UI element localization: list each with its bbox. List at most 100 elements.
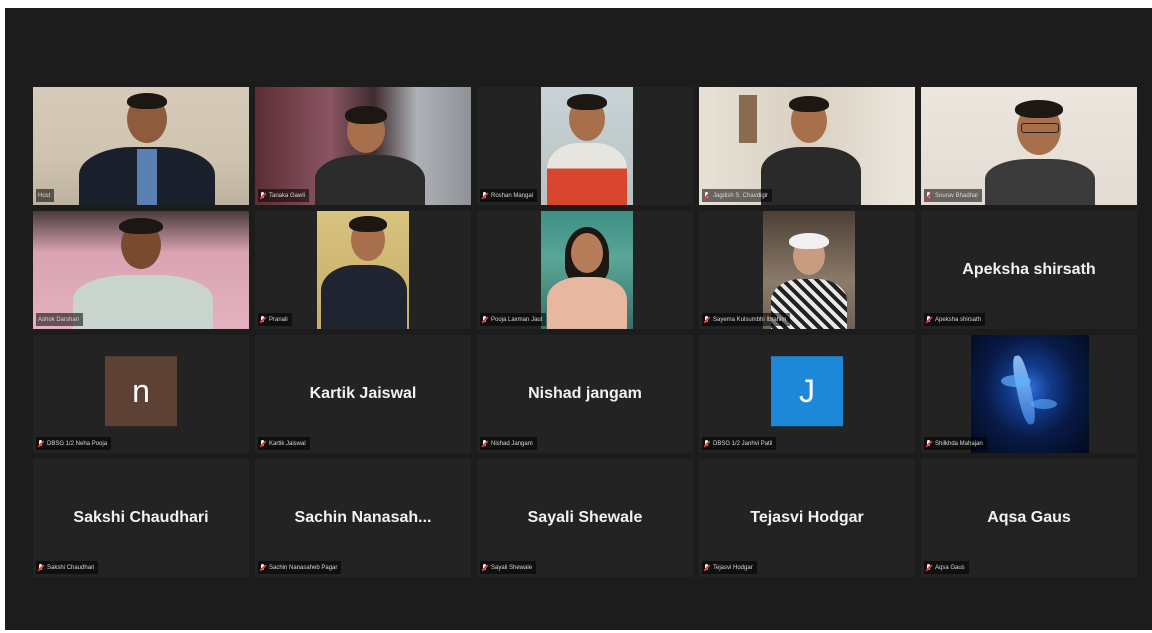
gallery-grid: Host Tanaka Gawli Roshan Mangal Jagdish … [33, 87, 1137, 577]
mic-muted-icon [38, 563, 44, 572]
mic-muted-icon [926, 315, 932, 324]
avatar: n [105, 356, 177, 427]
participant-tile[interactable]: Sayema Kulsumbhi Ibrahim [699, 211, 915, 329]
participant-name: Sachin Nanasaheb Pagar [269, 564, 338, 571]
video-feed [763, 211, 855, 329]
participant-name: Apeksha shirsath [935, 316, 982, 323]
video-feed [541, 211, 633, 329]
participant-name: Sayali Shewale [491, 564, 533, 571]
participant-tile[interactable]: Jagdish S. Chavdigir [699, 87, 915, 205]
participant-tile-active[interactable]: Host [33, 87, 249, 205]
name-tag: Sayema Kulsumbhi Ibrahim [702, 313, 791, 326]
name-tag: Shilkhda Mahajan [924, 437, 987, 450]
participant-display-name: Aqsa Gaus [987, 509, 1071, 526]
name-tag: Sachin Nanasaheb Pagar [258, 561, 342, 574]
participant-name: Tanaka Gawli [269, 192, 306, 199]
participant-name: Tejasvi Hodgar [713, 564, 753, 571]
participant-tile[interactable]: Tanaka Gawli [255, 87, 471, 205]
participant-name: DBSG 1/2 Janhvi Patil [713, 440, 773, 447]
name-tag: Ashok Darshan [36, 313, 84, 326]
participant-name: Pranali [269, 316, 288, 323]
avatar: J [771, 356, 843, 427]
name-tag: Pranali [258, 313, 292, 326]
avatar-initial: J [799, 372, 815, 409]
mic-muted-icon [482, 315, 488, 324]
mic-muted-icon [704, 191, 710, 200]
video-feed [921, 87, 1137, 205]
name-tag: Pooja Laxman Jaut [480, 313, 547, 326]
meeting-window: Host Tanaka Gawli Roshan Mangal Jagdish … [5, 8, 1152, 630]
mic-muted-icon [260, 315, 266, 324]
mic-muted-icon [482, 191, 488, 200]
mic-muted-icon [704, 315, 710, 324]
participant-tile[interactable]: Shilkhda Mahajan [921, 335, 1137, 453]
mic-muted-icon [926, 439, 932, 448]
name-tag: Sakshi Chaudhari [36, 561, 99, 574]
participant-name: DBSG 1/2 Neha Pooja [47, 440, 108, 447]
name-tag: Aqsa Gaus [924, 561, 969, 574]
participant-name: Roshan Mangal [491, 192, 534, 199]
participant-display-name: Sakshi Chaudhari [73, 509, 209, 526]
video-feed [541, 87, 633, 205]
avatar-initial: n [132, 372, 150, 409]
participant-display-name: Sachin Nanasah... [294, 509, 432, 526]
participant-tile[interactable]: Tejasvi Hodgar Tejasvi Hodgar [699, 459, 915, 577]
participant-name: Kartik Jaiswal [269, 440, 306, 447]
participant-name: Aqsa Gaus [935, 564, 965, 571]
participant-display-name: Apeksha shirsath [962, 261, 1096, 278]
mic-muted-icon [482, 439, 488, 448]
participant-name: Pooja Laxman Jaut [491, 316, 543, 323]
participant-name: Sakshi Chaudhari [47, 564, 95, 571]
mic-muted-icon [260, 191, 266, 200]
participant-name: Jagdish S. Chavdigir [713, 192, 769, 199]
mic-muted-icon [704, 563, 710, 572]
participant-name: Ashok Darshan [38, 316, 80, 323]
participant-tile[interactable]: Pooja Laxman Jaut [477, 211, 693, 329]
participant-tile[interactable]: Sayali Shewale Sayali Shewale [477, 459, 693, 577]
video-feed [255, 87, 471, 205]
participant-tile[interactable]: Sakshi Chaudhari Sakshi Chaudhari [33, 459, 249, 577]
name-tag: Tanaka Gawli [258, 189, 310, 202]
participant-name: Sayema Kulsumbhi Ibrahim [713, 316, 787, 323]
participant-tile[interactable]: Kartik Jaiswal Kartik Jaiswal [255, 335, 471, 453]
mic-muted-icon [482, 563, 488, 572]
name-tag: DBSG 1/2 Neha Pooja [36, 437, 112, 450]
video-feed [33, 87, 249, 205]
participant-name: Host [38, 192, 51, 199]
mic-muted-icon [260, 439, 266, 448]
name-tag: Roshan Mangal [480, 189, 538, 202]
participant-tile[interactable]: Nishad jangam Nishad Jangam [477, 335, 693, 453]
participant-tile[interactable]: Sourav Bhadhal [921, 87, 1137, 205]
participant-tile[interactable]: J DBSG 1/2 Janhvi Patil [699, 335, 915, 453]
participant-name: Nishad Jangam [491, 440, 533, 447]
participant-display-name: Kartik Jaiswal [309, 385, 417, 402]
mic-muted-icon [704, 439, 710, 448]
name-tag: Jagdish S. Chavdigir [702, 189, 773, 202]
mic-muted-icon [926, 191, 932, 200]
name-tag: Sayali Shewale [480, 561, 537, 574]
mic-muted-icon [260, 563, 266, 572]
name-tag: DBSG 1/2 Janhvi Patil [702, 437, 777, 450]
name-tag: Kartik Jaiswal [258, 437, 310, 450]
participant-tile[interactable]: Apeksha shirsath Apeksha shirsath [921, 211, 1137, 329]
participant-display-name: Tejasvi Hodgar [750, 509, 864, 526]
participant-tile[interactable]: n DBSG 1/2 Neha Pooja [33, 335, 249, 453]
participant-name: Shilkhda Mahajan [935, 440, 983, 447]
video-feed [317, 211, 409, 329]
mic-muted-icon [38, 439, 44, 448]
participant-tile[interactable]: Ashok Darshan [33, 211, 249, 329]
name-tag: Apeksha shirsath [924, 313, 986, 326]
name-tag: Sourav Bhadhal [924, 189, 982, 202]
name-tag: Nishad Jangam [480, 437, 537, 450]
name-tag: Tejasvi Hodgar [702, 561, 757, 574]
profile-image [971, 335, 1089, 453]
participant-tile[interactable]: Roshan Mangal [477, 87, 693, 205]
participant-tile[interactable]: Aqsa Gaus Aqsa Gaus [921, 459, 1137, 577]
video-feed [33, 211, 249, 329]
participant-display-name: Sayali Shewale [527, 509, 643, 526]
name-tag: Host [36, 189, 55, 202]
mic-muted-icon [926, 563, 932, 572]
participant-display-name: Nishad jangam [528, 385, 642, 402]
participant-tile[interactable]: Pranali [255, 211, 471, 329]
participant-tile[interactable]: Sachin Nanasah... Sachin Nanasaheb Pagar [255, 459, 471, 577]
